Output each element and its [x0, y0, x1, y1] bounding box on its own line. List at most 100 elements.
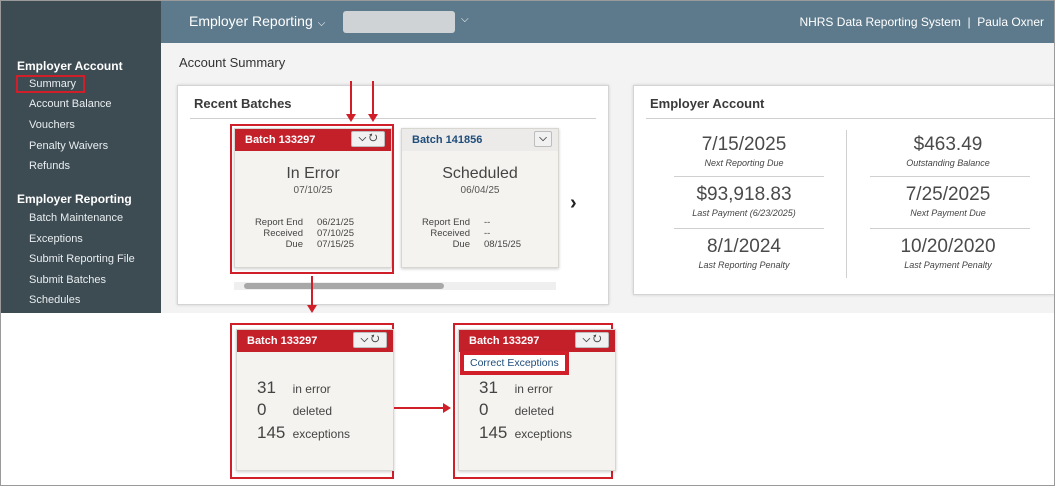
stat-text: deleted [514, 404, 554, 418]
batch-card-header: Batch 133297 ⌵ ↻ [237, 330, 393, 352]
annotation-arrowhead [346, 114, 356, 122]
sidebar-item-schedules[interactable]: Schedules [29, 294, 80, 306]
annotation-arrow [311, 276, 313, 306]
batch-number: Batch 141856 [412, 134, 483, 146]
stat-line: 0 deleted [479, 400, 554, 420]
stat-outstanding-balance: $463.49 Outstanding Balance [858, 134, 1038, 168]
batch-details: Report End -- Received -- Due 08/15/25 [412, 217, 548, 250]
user-name[interactable]: Paula Oxner [977, 15, 1044, 29]
annotation-arrowhead [307, 305, 317, 313]
stat-count: 0 [257, 400, 267, 419]
detail-label: Due [452, 239, 470, 250]
stat-value: 10/20/2020 [900, 236, 996, 257]
annotation-arrow [350, 81, 352, 115]
stat-text: deleted [292, 404, 332, 418]
stat-label: Last Payment Penalty [904, 260, 992, 270]
header-separator: | [967, 15, 971, 29]
stat-last-reporting-penalty: 8/1/2024 Last Reporting Penalty [654, 236, 834, 270]
divider [674, 176, 824, 177]
screenshot-stage: Employer Account Summary Account Balance… [0, 0, 1055, 486]
divider [870, 176, 1030, 177]
chevron-down-icon[interactable]: ⌵ [534, 131, 552, 147]
card-controls[interactable]: ⌵ ↻ [353, 332, 387, 348]
sidebar-item-batch-maintenance[interactable]: Batch Maintenance [29, 212, 123, 224]
stat-text: in error [292, 382, 331, 396]
batch-card-header: Batch 141856 ⌵ [402, 129, 558, 151]
correct-exceptions-menu-item[interactable]: Correct Exceptions [460, 351, 569, 375]
stat-label: Next Reporting Due [704, 158, 784, 168]
sidebar-item-exceptions[interactable]: Exceptions [29, 233, 83, 245]
stat-value: 8/1/2024 [707, 236, 781, 257]
stat-label: Outstanding Balance [906, 158, 990, 168]
system-name: NHRS Data Reporting System [799, 15, 961, 29]
chevron-down-icon[interactable]: ⌵ [461, 14, 469, 25]
batch-card-back[interactable]: Batch 133297 ⌵ ↻ 31 in error 0 deleted 1… [236, 329, 394, 471]
stat-count: 31 [257, 378, 276, 397]
detail-label: Report End [421, 217, 470, 228]
card-controls[interactable]: ⌵ ↻ [575, 332, 609, 348]
refresh-icon[interactable]: ↻ [371, 334, 379, 345]
employer-account-title: Employer Account [650, 96, 765, 111]
stat-value: 7/25/2025 [905, 184, 991, 205]
detail-value: -- [484, 228, 491, 239]
sidebar-item-submit-batches[interactable]: Submit Batches [29, 274, 106, 286]
module-menu[interactable]: Employer Reporting ⌵ [189, 13, 325, 29]
stat-count: 31 [479, 378, 498, 397]
sidebar-item-vouchers[interactable]: Vouchers [29, 119, 75, 131]
stat-count: 0 [479, 400, 489, 419]
stat-count: 145 [479, 423, 508, 442]
stat-last-payment-penalty: 10/20/2020 Last Payment Penalty [858, 236, 1038, 270]
detail-value: 08/15/25 [484, 239, 521, 250]
sidebar-item-summary[interactable]: Summary [15, 75, 86, 93]
chevron-right-icon[interactable]: › [570, 192, 577, 215]
module-title: Employer Reporting [189, 13, 313, 29]
divider [646, 118, 1054, 119]
stat-line: 31 in error [257, 378, 331, 398]
stat-last-payment: $93,918.83 Last Payment (6/23/2025) [654, 184, 834, 218]
employer-select[interactable] [343, 11, 455, 33]
stat-line: 145 exceptions [479, 423, 572, 443]
annotation-arrow [372, 81, 374, 115]
chevron-down-icon[interactable]: ⌵ [361, 334, 369, 345]
scrollbar-thumb[interactable] [244, 283, 444, 289]
divider [846, 130, 847, 278]
stat-label: Last Reporting Penalty [698, 260, 790, 270]
stat-text: exceptions [292, 427, 350, 441]
employer-account-panel: Employer Account 7/15/2025 Next Reportin… [633, 85, 1054, 295]
divider [190, 118, 596, 119]
refresh-icon[interactable]: ↻ [593, 334, 601, 345]
batch-number: Batch 133297 [469, 335, 540, 347]
horizontal-scrollbar[interactable] [234, 282, 556, 290]
stat-label: Next Payment Due [910, 208, 986, 218]
sidebar-item-account-balance[interactable]: Account Balance [29, 98, 112, 110]
annotation-arrow [394, 407, 444, 409]
batch-status-date: 06/04/25 [460, 185, 500, 196]
chevron-down-icon[interactable]: ⌵ [583, 334, 591, 345]
sidebar-section-employer-account: Employer Account [17, 59, 123, 73]
stat-count: 145 [257, 423, 286, 442]
highlight-box [230, 124, 394, 274]
sidebar-item-refunds[interactable]: Refunds [29, 160, 70, 172]
page-title: Account Summary [179, 55, 286, 70]
annotation-arrowhead [368, 114, 378, 122]
stat-value: $463.49 [913, 134, 983, 155]
annotation-arrowhead [443, 403, 451, 413]
chevron-down-icon: ⌵ [317, 18, 326, 29]
divider [870, 228, 1030, 229]
batch-number: Batch 133297 [247, 335, 318, 347]
sidebar-item-submit-reporting-file[interactable]: Submit Reporting File [29, 253, 135, 265]
stat-line: 31 in error [479, 378, 553, 398]
stat-text: in error [514, 382, 553, 396]
sidebar-item-penalty-waivers[interactable]: Penalty Waivers [29, 140, 108, 152]
detail-label: Received [430, 228, 470, 239]
detail-value: -- [484, 217, 491, 228]
recent-batches-title: Recent Batches [194, 96, 292, 111]
batch-card-header: Batch 133297 ⌵ ↻ [459, 330, 615, 352]
stat-next-payment-due: 7/25/2025 Next Payment Due [858, 184, 1038, 218]
stat-label: Last Payment (6/23/2025) [692, 208, 796, 218]
stat-value: $93,918.83 [696, 184, 792, 205]
batch-card[interactable]: Batch 141856 ⌵ Scheduled 06/04/25 Report… [401, 128, 559, 268]
batch-status: Scheduled [442, 165, 518, 182]
divider [674, 228, 824, 229]
sidebar: Employer Account Summary Account Balance… [1, 1, 161, 313]
